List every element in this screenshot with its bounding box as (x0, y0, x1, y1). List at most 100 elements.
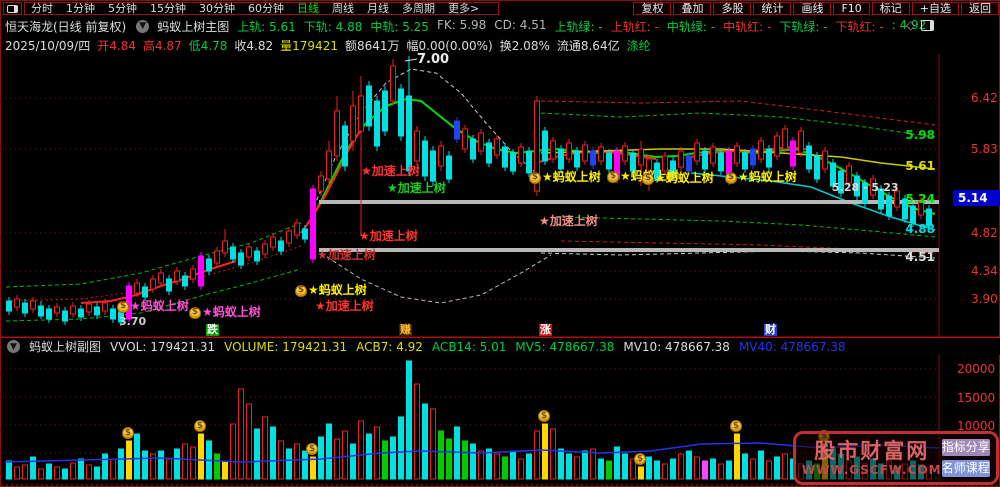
candle (526, 150, 532, 174)
candle (710, 146, 716, 164)
volume-bar (750, 458, 756, 480)
period-tab[interactable]: 5分钟 (108, 2, 137, 15)
indicator-title[interactable]: 蚂蚁上树主图 (157, 18, 229, 35)
volume-bar (86, 464, 92, 480)
indicator-value: 中轨红: - (723, 19, 772, 34)
candle (758, 140, 764, 160)
marker-badge: 赚 (399, 323, 412, 336)
layout-split-icon[interactable] (3, 2, 22, 15)
indicator-value: 下轨绿: - (779, 19, 828, 34)
volume-bar (126, 440, 132, 480)
annotation-text: ★加速上树 (317, 248, 376, 262)
toolbar-button[interactable]: F10 (833, 2, 870, 15)
volume-bar (142, 450, 148, 480)
chart-canvas[interactable] (1, 1, 1000, 487)
toolbar-button[interactable]: 多股 (713, 2, 752, 15)
period-tab[interactable]: 多周期 (402, 2, 435, 15)
annotation-text: ★蚂蚁上树 (655, 171, 714, 185)
candle (558, 148, 564, 170)
volume-bar (398, 416, 404, 480)
signal-annotation: ★加速上树 (317, 249, 376, 262)
watermark-badge[interactable]: 名师课程 (941, 460, 990, 477)
signal-annotation: $★蚂蚁上树 (117, 300, 189, 313)
candle (54, 306, 60, 314)
period-tab[interactable]: 30分钟 (199, 2, 235, 15)
subchart-title[interactable]: 蚂蚁上树副图 (29, 338, 101, 355)
candle (350, 105, 356, 142)
signal-annotation: ★加速上树 (361, 165, 420, 178)
indicator-value: 上轨: 5.61 (237, 19, 296, 34)
candle (214, 250, 220, 264)
money-bag-icon: $ (725, 171, 737, 184)
candle (190, 268, 196, 280)
period-tab[interactable]: 更多> (448, 2, 479, 15)
chevron-down-icon[interactable]: ▼ (136, 19, 150, 33)
period-tab[interactable]: 周线 (332, 2, 354, 15)
period-tab[interactable]: 60分钟 (248, 2, 284, 15)
candle (774, 135, 780, 157)
volume-bar (414, 383, 420, 480)
candle (102, 302, 108, 312)
period-tab[interactable]: 日线 (297, 2, 319, 15)
volume-bar (662, 463, 668, 480)
candle (334, 110, 340, 157)
candle (262, 243, 268, 255)
toolbar-button[interactable]: 画线 (793, 2, 832, 15)
candle (790, 140, 796, 167)
toolbar-button[interactable]: +自选 (911, 2, 959, 15)
money-bag-icon: $ (634, 453, 646, 465)
indicator-value: 上轨绿: - (554, 19, 603, 34)
period-tab[interactable]: 月线 (367, 2, 389, 15)
period-toolbar: 分时 1分钟 5分钟 15分钟 30分钟 60分钟 日线 周线 月线 多周期 更多> 复权 叠加 多股统… (1, 1, 1000, 16)
candle (222, 240, 228, 254)
volume-bar (438, 430, 444, 480)
volume-bar (62, 468, 68, 480)
ohlc-value: 低4.78 (188, 38, 228, 53)
volume-bar (742, 453, 748, 480)
toolbar-button[interactable]: 标记 (871, 2, 910, 15)
candle (886, 195, 892, 217)
signal-annotation: $★蚂蚁上树 (529, 171, 601, 184)
volume-bar (470, 443, 476, 480)
candle (910, 205, 916, 224)
signal-annotation: $★蚂蚁上树 (295, 284, 367, 297)
period-tab[interactable]: 分时 (31, 2, 53, 15)
volume-bar (558, 448, 564, 480)
candle (598, 146, 604, 162)
volume-bar (654, 460, 660, 480)
signal-annotation: ★加速上树 (315, 300, 374, 313)
candle (86, 303, 92, 313)
volume-bar (294, 443, 300, 480)
chevron-down-icon[interactable]: ▼ (7, 340, 20, 353)
volume-bar (622, 453, 628, 480)
signal-annotation: 7.00 (417, 53, 449, 66)
toolbar-button[interactable]: 复权 (633, 2, 672, 15)
toolbar-button[interactable]: 返回 (961, 2, 999, 15)
price-axis-label: 3.90 (971, 292, 998, 306)
watermark-badge[interactable]: 指标分享 (941, 439, 990, 456)
toolbar-button[interactable]: 统计 (753, 2, 792, 15)
candle (806, 145, 812, 170)
subchart-value: MV5: 478667.38 (515, 339, 615, 354)
candle (246, 246, 252, 258)
volume-bar (174, 448, 180, 480)
signal-annotation: 3.70 (119, 315, 146, 328)
window-icon[interactable] (921, 19, 935, 31)
candle (374, 100, 380, 147)
annotation-text: ★加速上树 (359, 229, 418, 243)
candle (470, 138, 476, 160)
money-bag-icon: $ (642, 172, 654, 185)
subchart-value: VOLUME: 179421.31 (224, 339, 348, 354)
period-tab[interactable]: 1分钟 (66, 2, 95, 15)
candle (174, 270, 180, 282)
period-tab[interactable]: 15分钟 (150, 2, 186, 15)
current-price-tag: 5.14 (953, 190, 1000, 206)
trading-app-window: 分时 1分钟 5分钟 15分钟 30分钟 60分钟 日线 周线 月线 多周期 更多> 复权 叠加 多股统… (0, 0, 1000, 487)
candle (270, 236, 276, 248)
annotation-text: ★蚂蚁上树 (308, 283, 367, 297)
toolbar-button[interactable]: 叠加 (673, 2, 712, 15)
diamond-icon[interactable]: ◇ (906, 18, 915, 32)
volume-bar (734, 433, 740, 480)
period-tabs: 分时 1分钟 5分钟 15分钟 30分钟 60分钟 日线 周线 月线 多周期 更多> (24, 2, 500, 15)
candle (302, 228, 308, 240)
